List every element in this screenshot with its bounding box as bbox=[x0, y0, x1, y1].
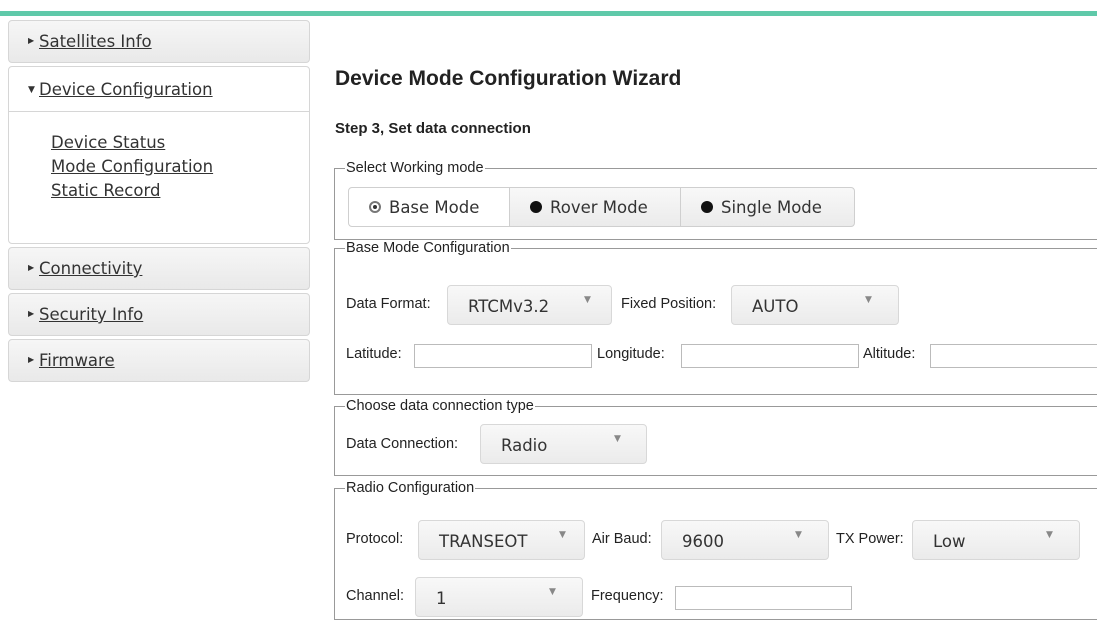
sidebar-section-connectivity[interactable]: ▶ Connectivity bbox=[8, 247, 310, 290]
tx-power-select[interactable]: Low ▼ bbox=[912, 520, 1080, 560]
triangle-right-icon: ▶ bbox=[28, 309, 35, 318]
latitude-input[interactable] bbox=[414, 344, 592, 368]
air-baud-label: Air Baud: bbox=[592, 531, 652, 547]
sidebar-section-label[interactable]: Firmware bbox=[39, 351, 115, 370]
select-value: AUTO bbox=[752, 297, 799, 316]
triangle-down-icon: ▼ bbox=[28, 85, 35, 95]
radio-label: Rover Mode bbox=[550, 198, 648, 217]
radio-selected-icon bbox=[369, 201, 381, 213]
caret-down-icon: ▼ bbox=[549, 587, 556, 597]
link-mode-configuration[interactable]: Mode Configuration bbox=[51, 155, 213, 179]
link-device-status[interactable]: Device Status bbox=[51, 131, 213, 155]
sidebar-section-satellites-info[interactable]: ▶ Satellites Info bbox=[8, 20, 310, 63]
protocol-label: Protocol: bbox=[346, 531, 404, 547]
sidebar-section-firmware[interactable]: ▶ Firmware bbox=[8, 339, 310, 382]
radio-single-mode[interactable]: Single Mode bbox=[680, 187, 855, 227]
longitude-input[interactable] bbox=[681, 344, 859, 368]
step-heading: Step 3, Set data connection bbox=[335, 120, 531, 137]
caret-down-icon: ▼ bbox=[795, 530, 802, 540]
triangle-right-icon: ▶ bbox=[28, 36, 35, 45]
select-value: 9600 bbox=[682, 532, 724, 551]
radio-unselected-icon bbox=[530, 201, 542, 213]
fieldset-legend: Choose data connection type bbox=[346, 398, 534, 414]
caret-down-icon: ▼ bbox=[865, 295, 872, 305]
select-value: TRANSEOT bbox=[439, 532, 528, 551]
protocol-select[interactable]: TRANSEOT ▼ bbox=[418, 520, 585, 560]
altitude-label: Altitude: bbox=[863, 346, 916, 362]
device-configuration-links: Device Status Mode Configuration Static … bbox=[51, 131, 213, 203]
radio-label: Single Mode bbox=[721, 198, 822, 217]
top-accent-bar bbox=[0, 11, 1097, 16]
frequency-label: Frequency: bbox=[591, 588, 664, 604]
caret-down-icon: ▼ bbox=[559, 530, 566, 540]
radio-base-mode[interactable]: Base Mode bbox=[348, 187, 510, 227]
tx-power-label: TX Power: bbox=[836, 531, 904, 547]
sidebar-section-device-configuration: ▼ Device Configuration Device Status Mod… bbox=[8, 66, 310, 244]
fixed-position-select[interactable]: AUTO ▼ bbox=[731, 285, 899, 325]
select-value: Radio bbox=[501, 436, 548, 455]
select-value: Low bbox=[933, 532, 966, 551]
link-static-record[interactable]: Static Record bbox=[51, 179, 213, 203]
sidebar-section-header[interactable]: ▼ Device Configuration bbox=[9, 67, 309, 112]
channel-select[interactable]: 1 ▼ bbox=[415, 577, 583, 617]
radio-rover-mode[interactable]: Rover Mode bbox=[509, 187, 681, 227]
triangle-right-icon: ▶ bbox=[28, 263, 35, 272]
select-value: RTCMv3.2 bbox=[468, 297, 550, 316]
caret-down-icon: ▼ bbox=[1046, 530, 1053, 540]
frequency-input[interactable] bbox=[675, 586, 852, 610]
data-format-select[interactable]: RTCMv3.2 ▼ bbox=[447, 285, 612, 325]
fieldset-legend: Base Mode Configuration bbox=[346, 240, 510, 256]
altitude-input[interactable] bbox=[930, 344, 1097, 368]
sidebar-section-label[interactable]: Security Info bbox=[39, 305, 143, 324]
air-baud-select[interactable]: 9600 ▼ bbox=[661, 520, 829, 560]
data-connection-select[interactable]: Radio ▼ bbox=[480, 424, 647, 464]
sidebar-section-security-info[interactable]: ▶ Security Info bbox=[8, 293, 310, 336]
fieldset-legend: Radio Configuration bbox=[346, 480, 475, 496]
latitude-label: Latitude: bbox=[346, 346, 402, 362]
fixed-position-label: Fixed Position: bbox=[621, 296, 717, 312]
sidebar-section-label[interactable]: Satellites Info bbox=[39, 32, 152, 51]
caret-down-icon: ▼ bbox=[584, 295, 591, 305]
fieldset-legend: Select Working mode bbox=[346, 160, 484, 176]
triangle-right-icon: ▶ bbox=[28, 355, 35, 364]
radio-unselected-icon bbox=[701, 201, 713, 213]
data-format-label: Data Format: bbox=[346, 296, 431, 312]
longitude-label: Longitude: bbox=[597, 346, 665, 362]
sidebar-section-label[interactable]: Device Configuration bbox=[39, 80, 213, 99]
caret-down-icon: ▼ bbox=[614, 434, 621, 444]
data-connection-label: Data Connection: bbox=[346, 436, 459, 452]
sidebar-section-label[interactable]: Connectivity bbox=[39, 259, 142, 278]
select-value: 1 bbox=[436, 589, 447, 608]
page-title: Device Mode Configuration Wizard bbox=[335, 67, 682, 90]
channel-label: Channel: bbox=[346, 588, 405, 604]
radio-label: Base Mode bbox=[389, 198, 480, 217]
